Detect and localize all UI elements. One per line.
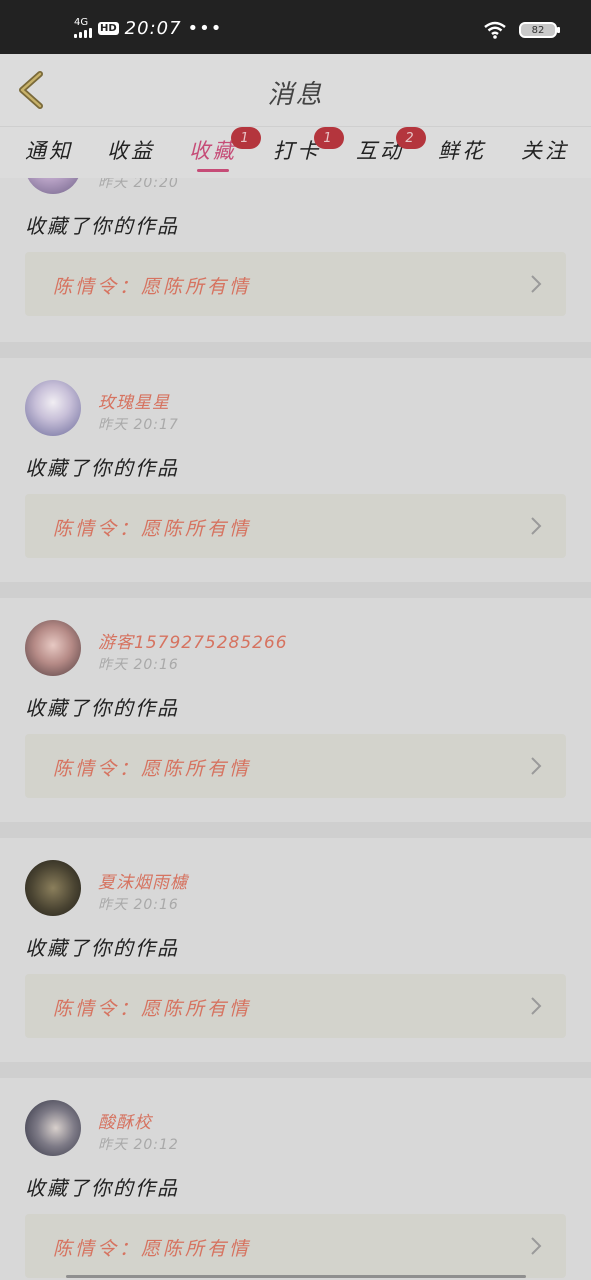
username[interactable]: 夏沫烟雨櫖 [98, 868, 188, 893]
work-title: 陈情令：愿陈所有情 [53, 998, 252, 1020]
network-indicator: 4G [74, 18, 92, 38]
action-text: 收藏了你的作品 [25, 936, 179, 960]
chevron-right-icon [531, 275, 542, 293]
header: 消息 [0, 54, 591, 126]
hd-icon: HD [98, 21, 119, 35]
network-type: 4G [74, 17, 89, 28]
username[interactable]: 酸酥校 [98, 1108, 152, 1133]
list-item: 游客1579275285266 昨天 20:16 收藏了你的作品 陈情令：愿陈所… [0, 598, 591, 822]
list-item: 昨天 20:20 收藏了你的作品 陈情令：愿陈所有情 [0, 178, 591, 342]
message-list[interactable]: 昨天 20:20 收藏了你的作品 陈情令：愿陈所有情 玫瑰星星 昨天 20:17… [0, 178, 591, 1280]
timestamp: 昨天 20:16 [98, 657, 179, 673]
work-title: 陈情令：愿陈所有情 [53, 1238, 252, 1260]
action-text: 收藏了你的作品 [25, 214, 179, 238]
tab-label: 通知 [25, 139, 73, 163]
action-text: 收藏了你的作品 [25, 696, 179, 720]
tab-flowers[interactable]: 鲜花 [438, 135, 486, 165]
avatar[interactable] [25, 860, 81, 916]
tab-favorites[interactable]: 收藏 1 [189, 127, 261, 172]
tab-interaction[interactable]: 互动 2 [356, 127, 426, 165]
work-link[interactable]: 陈情令：愿陈所有情 [25, 734, 566, 798]
divider [0, 822, 591, 838]
avatar[interactable] [25, 380, 81, 436]
avatar[interactable] [25, 620, 81, 676]
work-link[interactable]: 陈情令：愿陈所有情 [25, 252, 566, 316]
tab-earnings[interactable]: 收益 [107, 135, 155, 165]
tab-label: 关注 [521, 139, 569, 163]
chevron-right-icon [531, 757, 542, 775]
tab-following[interactable]: 关注 [521, 135, 569, 165]
chevron-right-icon [531, 997, 542, 1015]
action-text: 收藏了你的作品 [25, 1176, 179, 1200]
action-text: 收藏了你的作品 [25, 456, 179, 480]
avatar[interactable] [25, 178, 81, 194]
wifi-icon [484, 21, 506, 39]
divider [0, 342, 591, 358]
badge-interaction: 2 [396, 127, 426, 149]
tab-label: 打卡 [273, 139, 321, 163]
badge-favorites: 1 [231, 127, 261, 149]
tab-checkin[interactable]: 打卡 1 [273, 127, 344, 165]
chevron-right-icon [531, 517, 542, 535]
clock: 20:07 [124, 17, 182, 39]
work-title: 陈情令：愿陈所有情 [53, 518, 252, 540]
battery-level: 82 [531, 24, 545, 36]
status-bar: 4G HD 20:07 ••• 82 [0, 0, 591, 54]
battery-icon: 82 [519, 22, 560, 38]
tab-label: 鲜花 [438, 139, 486, 163]
list-item: 夏沫烟雨櫖 昨天 20:16 收藏了你的作品 陈情令：愿陈所有情 [0, 838, 591, 1062]
home-indicator[interactable] [66, 1275, 526, 1278]
list-item: 酸酥校 昨天 20:12 收藏了你的作品 陈情令：愿陈所有情 [0, 1078, 591, 1280]
work-title: 陈情令：愿陈所有情 [53, 276, 252, 298]
chevron-right-icon [531, 1237, 542, 1255]
tab-bar: 通知 收益 收藏 1 打卡 1 互动 2 鲜花 关注 [0, 126, 591, 179]
page-title: 消息 [267, 80, 324, 110]
work-link[interactable]: 陈情令：愿陈所有情 [25, 494, 566, 558]
divider [0, 1062, 591, 1078]
work-link[interactable]: 陈情令：愿陈所有情 [25, 1214, 566, 1278]
signal-icon [74, 28, 92, 38]
tab-label: 收藏 [189, 139, 237, 163]
timestamp: 昨天 20:20 [98, 178, 179, 191]
work-link[interactable]: 陈情令：愿陈所有情 [25, 974, 566, 1038]
more-notifications-icon: ••• [187, 17, 223, 39]
avatar[interactable] [25, 1100, 81, 1156]
work-title: 陈情令：愿陈所有情 [53, 758, 252, 780]
username[interactable]: 游客1579275285266 [98, 628, 288, 653]
status-right: 82 [483, 21, 560, 39]
status-left: 4G HD 20:07 ••• [74, 16, 222, 40]
tab-label: 收益 [107, 139, 155, 163]
timestamp: 昨天 20:17 [98, 417, 179, 433]
timestamp: 昨天 20:12 [98, 1137, 179, 1153]
divider [0, 582, 591, 598]
username[interactable]: 玫瑰星星 [98, 388, 170, 413]
badge-checkin: 1 [314, 127, 344, 149]
list-item: 玫瑰星星 昨天 20:17 收藏了你的作品 陈情令：愿陈所有情 [0, 358, 591, 582]
tab-notifications[interactable]: 通知 [25, 135, 73, 165]
timestamp: 昨天 20:16 [98, 897, 179, 913]
